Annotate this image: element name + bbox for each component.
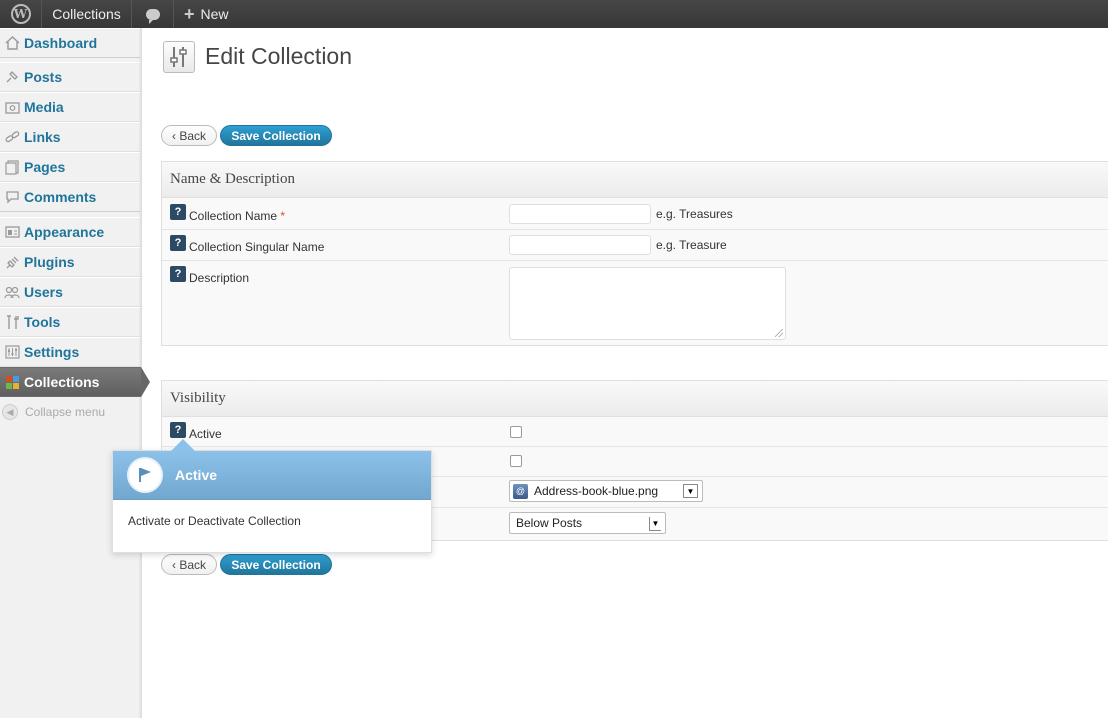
back-button[interactable]: ‹ Back: [161, 125, 217, 146]
collapse-menu-label: Collapse menu: [25, 405, 106, 419]
help-icon[interactable]: ?: [170, 235, 186, 251]
pages-icon: [4, 159, 20, 175]
option-checkbox[interactable]: [510, 455, 522, 467]
new-label: New: [200, 6, 229, 22]
sidebar-item-collections[interactable]: Collections: [0, 367, 150, 397]
collections-page-icon: [163, 41, 195, 73]
sidebar-item-label: Comments: [24, 189, 97, 205]
page-title: Edit Collection: [205, 43, 353, 69]
sidebar-item-comments[interactable]: Comments: [0, 182, 140, 212]
collections-icon: [4, 374, 20, 390]
help-pointer-popup: Active Activate or Deactivate Collection: [112, 439, 432, 553]
pointer-title: Active: [175, 467, 218, 483]
new-content-button[interactable]: + New: [174, 0, 239, 28]
sidebar-item-label: Collections: [24, 374, 100, 390]
collapse-menu-button[interactable]: ◀ Collapse menu: [2, 404, 105, 420]
pin-icon: [4, 69, 20, 85]
admin-sidebar: Dashboard Posts Media Links Pages Commen…: [0, 28, 150, 718]
sidebar-item-pages[interactable]: Pages: [0, 152, 140, 182]
sidebar-item-posts[interactable]: Posts: [0, 62, 140, 92]
help-icon[interactable]: ?: [170, 204, 186, 220]
singular-name-input[interactable]: [509, 235, 651, 255]
section-heading: Name & Description: [162, 162, 1108, 198]
help-icon[interactable]: ?: [170, 422, 186, 438]
pointer-header: Active: [113, 451, 431, 500]
sidebar-item-label: Plugins: [24, 254, 75, 270]
dropdown-arrow-icon: ▼: [683, 484, 698, 498]
users-icon: [4, 284, 20, 300]
admin-bar: W Collections + New: [0, 0, 1108, 28]
resize-handle-icon[interactable]: [775, 329, 783, 337]
pointer-tip: [171, 439, 195, 451]
flag-icon: [127, 457, 163, 493]
position-select-value: Below Posts: [516, 516, 583, 530]
sidebar-item-label: Posts: [24, 69, 63, 85]
save-collection-button-bottom[interactable]: Save Collection: [220, 554, 332, 575]
icon-select-value: Address-book-blue.png: [534, 484, 659, 498]
position-select[interactable]: Below Posts ▼: [509, 512, 666, 534]
sidebar-item-label: Pages: [24, 159, 66, 175]
sidebar-item-users[interactable]: Users: [0, 277, 140, 307]
site-name-link[interactable]: Collections: [42, 0, 132, 28]
pointer-body: Activate or Deactivate Collection: [128, 514, 301, 528]
tools-icon: [4, 314, 20, 330]
wordpress-logo-icon[interactable]: W: [0, 0, 42, 28]
sidebar-item-plugins[interactable]: Plugins: [0, 247, 140, 277]
collection-name-label: Collection Name *: [189, 209, 286, 223]
active-checkbox[interactable]: [510, 426, 522, 438]
singular-name-hint: e.g. Treasure: [656, 238, 727, 252]
comment-icon: [4, 189, 20, 205]
help-icon[interactable]: ?: [170, 266, 186, 282]
sidebar-item-media[interactable]: Media: [0, 92, 140, 122]
collection-name-hint: e.g. Treasures: [656, 207, 733, 221]
appearance-icon: [4, 224, 20, 240]
address-book-icon: @: [513, 483, 528, 499]
sidebar-item-label: Dashboard: [24, 35, 98, 51]
sidebar-item-label: Appearance: [24, 224, 105, 240]
comments-icon[interactable]: [132, 0, 174, 28]
collection-name-input[interactable]: [509, 204, 651, 224]
dropdown-arrow-icon: ▼: [649, 517, 661, 531]
sidebar-item-label: Links: [24, 129, 61, 145]
description-textarea[interactable]: [509, 267, 786, 340]
collection-name-row: ? Collection Name * e.g. Treasures: [162, 199, 1108, 230]
active-menu-arrow: [141, 367, 150, 397]
sidebar-item-label: Media: [24, 99, 64, 115]
sidebar-item-tools[interactable]: Tools: [0, 307, 140, 337]
link-icon: [4, 129, 20, 145]
settings-icon: [4, 344, 20, 360]
singular-name-label: Collection Singular Name: [189, 240, 325, 254]
required-mark: *: [280, 209, 286, 223]
icon-select[interactable]: @ Address-book-blue.png ▼: [509, 480, 703, 502]
plus-icon: +: [184, 4, 195, 24]
collapse-arrow-icon: ◀: [2, 404, 18, 420]
name-description-panel: Name & Description ? Collection Name * e…: [161, 161, 1108, 346]
description-row: ? Description: [162, 261, 1108, 345]
sidebar-item-appearance[interactable]: Appearance: [0, 217, 140, 247]
active-row: ? Active: [162, 418, 1108, 447]
sidebar-item-links[interactable]: Links: [0, 122, 140, 152]
home-icon: [4, 35, 20, 51]
plugin-icon: [4, 254, 20, 270]
sidebar-item-settings[interactable]: Settings: [0, 337, 140, 367]
media-icon: [4, 99, 20, 115]
sidebar-item-label: Users: [24, 284, 63, 300]
description-label: Description: [189, 271, 250, 285]
save-collection-button[interactable]: Save Collection: [220, 125, 332, 146]
sidebar-item-label: Tools: [24, 314, 61, 330]
back-button-bottom[interactable]: ‹ Back: [161, 554, 217, 575]
sidebar-item-label: Settings: [24, 344, 80, 360]
section-heading: Visibility: [162, 381, 1108, 417]
sidebar-item-dashboard[interactable]: Dashboard: [0, 28, 140, 58]
singular-name-row: ? Collection Singular Name e.g. Treasure: [162, 230, 1108, 261]
